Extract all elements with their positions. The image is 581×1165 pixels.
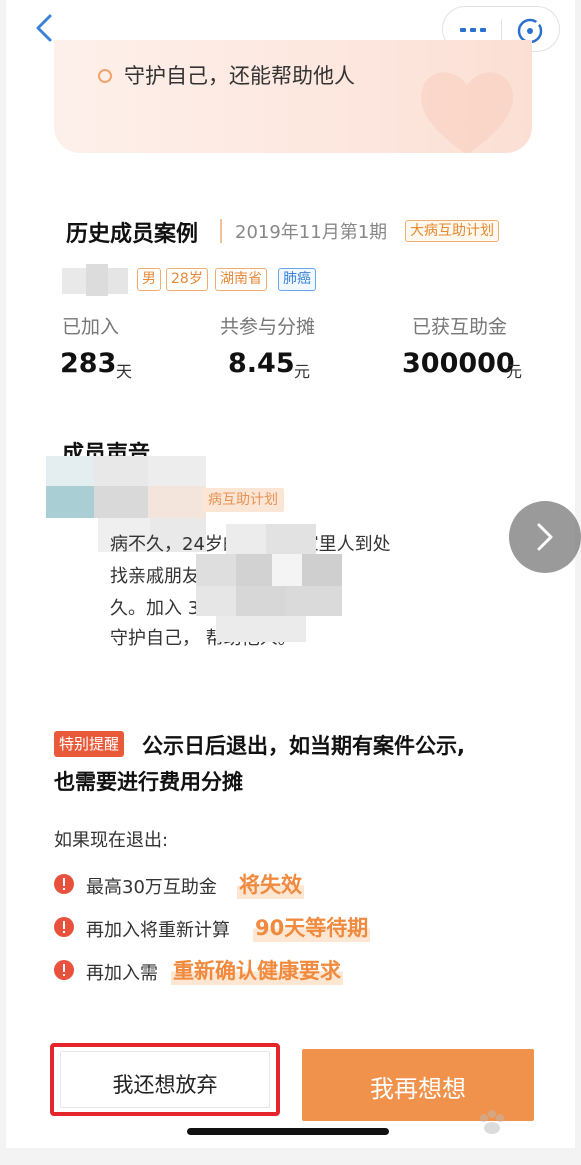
reminder-badge: 特别提醒 <box>54 731 125 757</box>
stat-value-received: 300000 <box>402 348 515 379</box>
reminder-line-2: 也需要进行费用分摊 <box>54 770 243 794</box>
consequence-text: 最高30万互助金 <box>86 877 217 898</box>
stat-label-shared: 共参与分摊 <box>220 316 316 338</box>
consequence-text: 再加入将重新计算 <box>86 920 230 941</box>
consequence-text: 再加入需 <box>86 963 158 984</box>
if-quit-label: 如果现在退出: <box>54 830 169 851</box>
consequence-highlight: 将失效 <box>237 869 304 899</box>
consequence-highlight: 90天等待期 <box>253 912 371 942</box>
benefit-card: 守护自己，还能帮助他人 <box>54 40 532 153</box>
history-title: 历史成员案例 <box>66 222 199 247</box>
stat-unit-joined: 天 <box>116 362 133 381</box>
voice-plan-tag: 病互助计划 <box>202 488 284 512</box>
paw-logo-icon <box>480 1110 504 1134</box>
page: 守护自己，还能帮助他人 历史成员案例 2019年11月第1期 大病互助计划 男 … <box>6 0 581 1148</box>
home-indicator <box>187 1128 389 1135</box>
history-date: 2019年11月第1期 <box>235 222 388 243</box>
next-story-button[interactable] <box>509 501 581 573</box>
tag-gender: 男 <box>137 268 161 291</box>
voice-title: 成员声音 <box>62 442 151 458</box>
stat-label-joined: 已加入 <box>62 316 120 338</box>
quit-button[interactable]: 我还想放弃 <box>50 1043 280 1116</box>
tag-province: 湖南省 <box>215 268 267 291</box>
history-divider <box>220 219 222 243</box>
stat-unit-shared: 元 <box>294 362 311 381</box>
stat-unit-received: 元 <box>506 362 523 381</box>
warning-icon <box>54 917 74 937</box>
stat-value-joined: 283 <box>60 348 117 379</box>
more-dots-icon <box>460 28 486 32</box>
reminder-line-1: 公示日后退出，如当期有案件公示, <box>142 734 465 758</box>
quit-button-label: 我还想放弃 <box>112 1073 218 1097</box>
tag-disease: 肺癌 <box>278 268 316 291</box>
consequence-highlight: 重新确认健康要求 <box>171 955 343 985</box>
more-button[interactable] <box>459 21 489 39</box>
bullet-circle-icon <box>98 69 112 83</box>
tag-age: 28岁 <box>166 268 208 291</box>
plan-tag: 大病互助计划 <box>405 220 499 242</box>
stat-label-received: 已获互助金 <box>412 316 508 338</box>
rethink-button-label: 我再想想 <box>370 1075 466 1103</box>
stat-value-shared: 8.45 <box>228 348 295 379</box>
blurred-avatar <box>62 264 132 298</box>
chevron-right-icon <box>537 523 553 551</box>
warning-icon <box>54 874 74 894</box>
capsule-divider <box>501 19 502 41</box>
warning-icon <box>54 960 74 980</box>
blurred-photo <box>196 524 346 644</box>
benefit-text: 守护自己，还能帮助他人 <box>124 64 355 88</box>
heart-icon <box>421 72 513 153</box>
